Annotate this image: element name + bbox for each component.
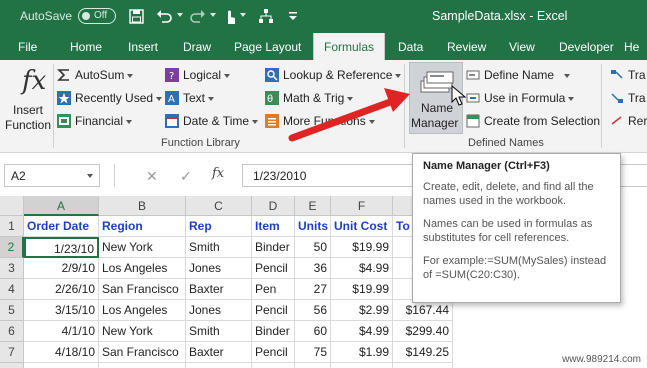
- table-cell[interactable]: 3/15/10: [24, 300, 99, 321]
- table-cell[interactable]: 60: [295, 321, 331, 342]
- table-cell[interactable]: Baxter: [186, 279, 252, 300]
- column-header[interactable]: C: [186, 196, 252, 216]
- table-cell[interactable]: 36: [295, 258, 331, 279]
- table-cell[interactable]: $1.99: [331, 342, 393, 363]
- table-cell[interactable]: 56: [295, 300, 331, 321]
- table-cell[interactable]: Pencil: [252, 300, 295, 321]
- table-cell[interactable]: Pencil: [252, 258, 295, 279]
- column-header[interactable]: A: [24, 196, 99, 216]
- tooltip-description: Create, edit, delete, and find all the n…: [423, 181, 594, 207]
- table-cell[interactable]: Smith: [186, 321, 252, 342]
- row-header[interactable]: 1: [0, 216, 24, 237]
- table-cell[interactable]: 27: [295, 279, 331, 300]
- row-header[interactable]: 2: [0, 237, 24, 258]
- row-header[interactable]: 6: [0, 321, 24, 342]
- table-cell[interactable]: Jones: [186, 258, 252, 279]
- table-cell[interactable]: 75: [295, 342, 331, 363]
- row-header[interactable]: 8: [0, 363, 24, 368]
- table-cell[interactable]: Golden: [186, 363, 252, 368]
- table-cell[interactable]: 2/9/10: [24, 258, 99, 279]
- watermark: www.989214.com: [562, 354, 641, 365]
- name-box[interactable]: A2: [4, 164, 100, 187]
- name-box-dropdown-icon[interactable]: [87, 174, 93, 178]
- row-header[interactable]: 4: [0, 279, 24, 300]
- table-cell[interactable]: 4/1/10: [24, 321, 99, 342]
- tooltip-title: Name Manager (Ctrl+F3): [423, 160, 550, 172]
- table-cell[interactable]: New York: [99, 237, 186, 258]
- formula-divider: [114, 164, 115, 187]
- table-cell[interactable]: Binder: [252, 237, 295, 258]
- table-cell[interactable]: 4/18/10: [24, 342, 99, 363]
- table-cell[interactable]: $167.44: [393, 300, 453, 321]
- column-header[interactable]: F: [331, 196, 393, 216]
- table-cell[interactable]: 50: [295, 237, 331, 258]
- table-cell[interactable]: Binder: [252, 321, 295, 342]
- header-cell[interactable]: Rep: [186, 216, 252, 237]
- table-cell[interactable]: $149.25: [393, 342, 453, 363]
- table-cell[interactable]: $4.99: [331, 258, 393, 279]
- enter-icon[interactable]: ✓: [180, 168, 192, 185]
- table-cell[interactable]: Baxter: [186, 342, 252, 363]
- table-cell[interactable]: 90: [295, 363, 331, 368]
- table-cell[interactable]: New York: [99, 321, 186, 342]
- table-cell[interactable]: $4.99: [331, 321, 393, 342]
- select-all-corner[interactable]: [0, 196, 24, 216]
- cancel-icon[interactable]: ✕: [146, 168, 158, 185]
- name-manager-tooltip: Name Manager (Ctrl+F3) Create, edit, del…: [412, 153, 621, 303]
- header-cell[interactable]: Order Date: [24, 216, 99, 237]
- header-cell[interactable]: Region: [99, 216, 186, 237]
- header-cell[interactable]: Item: [252, 216, 295, 237]
- table-cell[interactable]: 1/23/10: [24, 237, 99, 258]
- table-cell[interactable]: Pen: [252, 279, 295, 300]
- table-cell[interactable]: $19.99: [331, 279, 393, 300]
- table-cell[interactable]: 2/26/10: [24, 279, 99, 300]
- table-cell[interactable]: Smith: [186, 237, 252, 258]
- table-cell[interactable]: Los Angeles: [99, 258, 186, 279]
- table-cell[interactable]: 5/5/10: [24, 363, 99, 368]
- table-cell[interactable]: $2.99: [331, 300, 393, 321]
- row-header[interactable]: 7: [0, 342, 24, 363]
- table-cell[interactable]: $19.99: [331, 237, 393, 258]
- column-header[interactable]: B: [99, 196, 186, 216]
- formula-value: 1/23/2010: [253, 169, 307, 183]
- name-box-value: A2: [11, 169, 26, 183]
- table-cell[interactable]: Los Angeles: [99, 300, 186, 321]
- table-cell[interactable]: $179.10: [393, 363, 453, 368]
- header-cell[interactable]: Unit Cost: [331, 216, 393, 237]
- tooltip-example: For example:=SUM(MySales) instead of =SU…: [423, 255, 607, 281]
- insert-function-fx-icon[interactable]: fx: [212, 166, 224, 181]
- header-cell[interactable]: Units: [295, 216, 331, 237]
- row-header[interactable]: 5: [0, 300, 24, 321]
- table-cell[interactable]: $299.40: [393, 321, 453, 342]
- table-cell[interactable]: Jones: [186, 300, 252, 321]
- table-cell[interactable]: San Francisco: [99, 342, 186, 363]
- tooltip-usage: Names can be used in formulas as substit…: [423, 218, 593, 244]
- table-cell[interactable]: $1.99: [331, 363, 393, 368]
- row-header[interactable]: 3: [0, 258, 24, 279]
- column-header[interactable]: E: [295, 196, 331, 216]
- table-cell[interactable]: San Francisco: [99, 279, 186, 300]
- table-cell[interactable]: Chicago: [99, 363, 186, 368]
- table-cell[interactable]: Pencil: [252, 363, 295, 368]
- column-header[interactable]: D: [252, 196, 295, 216]
- table-cell[interactable]: Pencil: [252, 342, 295, 363]
